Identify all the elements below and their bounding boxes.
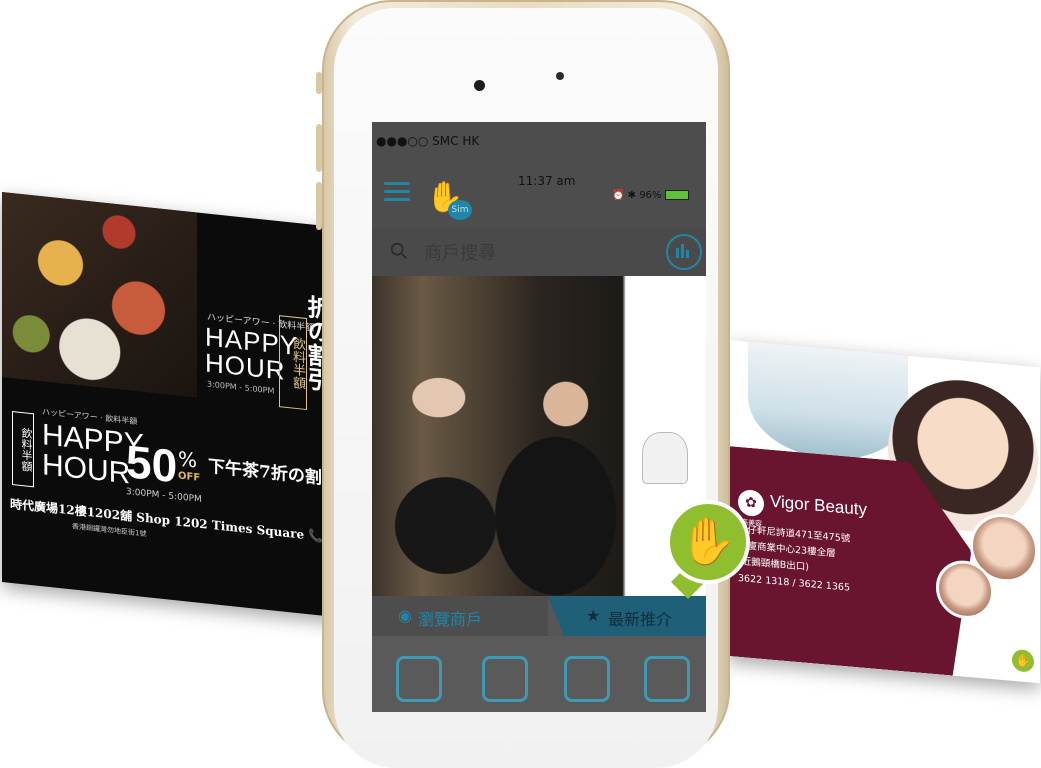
status-time: 11:37 am bbox=[518, 174, 576, 188]
tab-featured[interactable]: ★ 最新推介 bbox=[548, 596, 706, 636]
carrier-label: ●●●○○ SMC HK bbox=[376, 134, 480, 148]
restaurant-ad-card[interactable]: ハッピーアワー · 飲料半額 HAPPY HOUR 3:00PM - 5:00P… bbox=[2, 192, 364, 621]
app-screen: ●●●○○ SMC HK ✋ Sim 瀏覽商戶 ◉ ★ 最新推介 bbox=[372, 122, 706, 712]
volume-down-button bbox=[316, 182, 322, 230]
battery-label: ⏰ ✱ 96% bbox=[612, 190, 689, 201]
mute-switch bbox=[316, 72, 322, 94]
hamburger-menu-icon[interactable] bbox=[384, 182, 410, 202]
percent-sign: % bbox=[178, 446, 198, 473]
status-bar: ●●●○○ SMC HK bbox=[372, 122, 706, 170]
volume-up-button bbox=[316, 124, 322, 172]
mascot-hand-icon: ✋ bbox=[666, 500, 750, 584]
bear-icon[interactable] bbox=[564, 656, 610, 702]
alarm-icon: ⏰ ✱ bbox=[612, 190, 640, 201]
stats-chart-icon[interactable] bbox=[666, 234, 702, 270]
search-icon[interactable] bbox=[388, 240, 410, 262]
clinic-photo bbox=[748, 341, 908, 466]
box-icon[interactable] bbox=[644, 656, 690, 702]
star-icon: ★ bbox=[586, 606, 601, 625]
hour-text: HOUR bbox=[42, 448, 131, 491]
discount-percent: 50 bbox=[126, 435, 178, 493]
drink-half-price-box-2: 飲料半額 bbox=[12, 411, 34, 488]
location-icon: ◉ bbox=[398, 606, 412, 625]
app-logo-text: Sim bbox=[448, 200, 472, 220]
tab-featured-label: 最新推介 bbox=[608, 610, 673, 629]
brand-logo-icon bbox=[642, 432, 688, 484]
house-icon[interactable] bbox=[396, 656, 442, 702]
beauty-ad-card[interactable]: ✿ 維高美容 Vigor Beauty 灣仔軒尼詩道471至475號 大廈商業中… bbox=[728, 340, 1040, 684]
battery-percent: 96% bbox=[639, 190, 662, 201]
tab-browse-label: 瀏覽商戶 bbox=[418, 610, 483, 629]
front-camera-icon bbox=[474, 80, 485, 91]
sensor-icon bbox=[556, 72, 564, 80]
merchant-search-input[interactable] bbox=[422, 240, 646, 266]
tab-browse-merchants[interactable]: 瀏覽商戶 ◉ bbox=[372, 596, 548, 636]
mascot-small-icon: ✋ bbox=[1012, 648, 1034, 673]
off-label: OFF bbox=[178, 470, 201, 484]
bag-icon[interactable] bbox=[482, 656, 528, 702]
battery-icon bbox=[664, 190, 689, 200]
food-photo bbox=[2, 192, 197, 398]
